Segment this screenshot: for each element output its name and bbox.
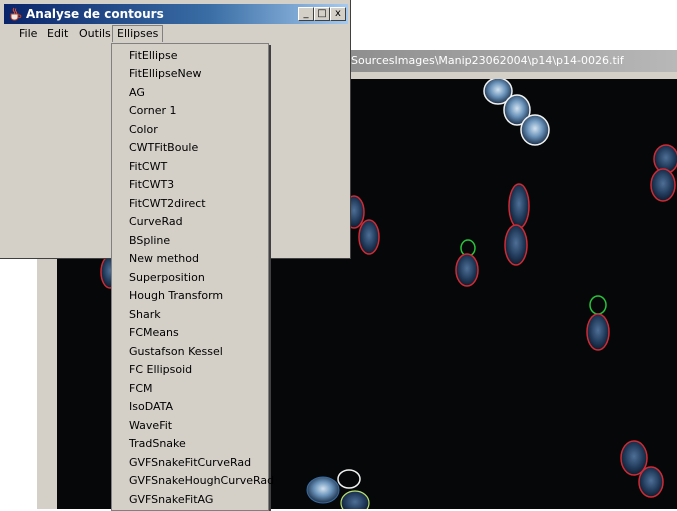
- menu-item-fc-ellipsoid[interactable]: FC Ellipsoid: [129, 361, 192, 379]
- cell-contour: [455, 253, 479, 287]
- menu-bar: File Edit Outils Ellipses: [4, 25, 348, 43]
- menu-item-fitellipse[interactable]: FitEllipse: [129, 47, 178, 65]
- cell-cluster-top: [483, 79, 550, 146]
- window-title: Analyse de contours: [26, 7, 164, 21]
- bud-contour: [589, 295, 607, 315]
- cell-contour: [508, 183, 530, 229]
- menu-outils[interactable]: Outils: [75, 25, 115, 42]
- cell-contour: [650, 168, 676, 202]
- menu-item-corner-1[interactable]: Corner 1: [129, 102, 177, 120]
- menu-file[interactable]: File: [15, 25, 41, 42]
- cell-contour: [358, 219, 380, 255]
- menu-item-hough-transform[interactable]: Hough Transform: [129, 287, 223, 305]
- menu-item-fcm[interactable]: FCM: [129, 380, 153, 398]
- menu-item-fitcwt2direct[interactable]: FitCWT2direct: [129, 195, 206, 213]
- menu-item-gustafson-kessel[interactable]: Gustafson Kessel: [129, 343, 223, 361]
- cell-cluster-bottom: [306, 469, 370, 509]
- title-bar[interactable]: Analyse de contours _ □ x: [4, 4, 348, 24]
- menu-item-wavefit[interactable]: WaveFit: [129, 417, 172, 435]
- menu-item-fitellipsenew[interactable]: FitEllipseNew: [129, 65, 202, 83]
- maximize-button[interactable]: □: [314, 7, 330, 21]
- ellipses-dropdown: FitEllipse FitEllipseNew AG Corner 1 Col…: [111, 43, 274, 511]
- cell-contour: [586, 313, 610, 351]
- menu-item-curverad[interactable]: CurveRad: [129, 213, 183, 231]
- menu-ellipses[interactable]: Ellipses: [112, 25, 164, 42]
- menu-item-color[interactable]: Color: [129, 121, 158, 139]
- cell-contour: [638, 466, 664, 498]
- image-window-title: SourcesImages\Manip23062004\p14\p14-0026…: [351, 54, 624, 67]
- menu-item-gvfsnakefitcurverad[interactable]: GVFSnakeFitCurveRad: [129, 454, 251, 472]
- cell-contour: [504, 224, 528, 266]
- menu-item-fitcwt3[interactable]: FitCWT3: [129, 176, 174, 194]
- menu-item-bspline[interactable]: BSpline: [129, 232, 170, 250]
- menu-item-new-method[interactable]: New method: [129, 250, 199, 268]
- menu-item-shark[interactable]: Shark: [129, 306, 161, 324]
- minimize-button[interactable]: _: [298, 7, 314, 21]
- menu-item-fcmeans[interactable]: FCMeans: [129, 324, 179, 342]
- menu-item-tradsnake[interactable]: TradSnake: [129, 435, 186, 453]
- menu-edit[interactable]: Edit: [43, 25, 72, 42]
- menu-item-gvfsnakefitag[interactable]: GVFSnakeFitAG: [129, 491, 213, 509]
- close-button[interactable]: x: [330, 7, 346, 21]
- menu-item-isodata[interactable]: IsoDATA: [129, 398, 173, 416]
- menu-item-cwtfitboule[interactable]: CWTFitBoule: [129, 139, 198, 157]
- menu-item-ag[interactable]: AG: [129, 84, 145, 102]
- menu-item-fitcwt[interactable]: FitCWT: [129, 158, 167, 176]
- java-cup-icon: [10, 7, 22, 21]
- menu-item-superposition[interactable]: Superposition: [129, 269, 205, 287]
- image-window-titlebar[interactable]: SourcesImages\Manip23062004\p14\p14-0026…: [339, 50, 677, 72]
- menu-item-gvfsnakehoughcurverad[interactable]: GVFSnakeHoughCurveRad: [129, 472, 274, 490]
